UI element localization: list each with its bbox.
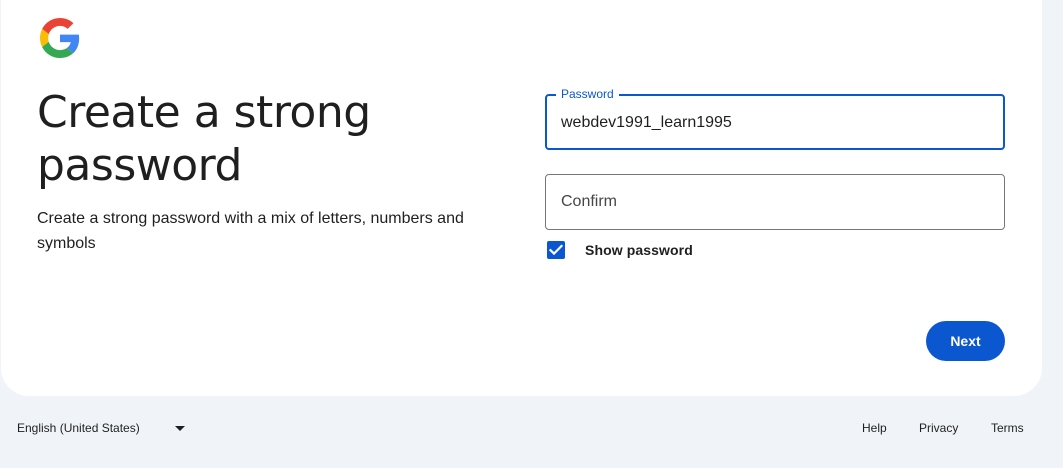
help-link[interactable]: Help: [862, 420, 887, 436]
show-password-checkbox[interactable]: [547, 241, 565, 259]
privacy-link[interactable]: Privacy: [919, 420, 958, 436]
google-logo-icon: [40, 18, 80, 58]
confirm-input[interactable]: [561, 192, 981, 212]
password-field-label: Password: [556, 87, 619, 101]
password-input[interactable]: [561, 113, 981, 133]
terms-link[interactable]: Terms: [991, 420, 1024, 436]
language-selector[interactable]: English (United States): [17, 420, 140, 436]
confirm-field[interactable]: [545, 174, 1005, 230]
page-subtitle: Create a strong password with a mix of l…: [37, 210, 464, 252]
show-password-label[interactable]: Show password: [585, 241, 693, 259]
password-field[interactable]: Password: [545, 87, 1005, 150]
page-title: Create a strong password: [37, 87, 371, 191]
checkmark-icon: [549, 244, 563, 256]
dropdown-arrow-icon[interactable]: [175, 426, 185, 431]
next-button[interactable]: Next: [926, 321, 1005, 361]
